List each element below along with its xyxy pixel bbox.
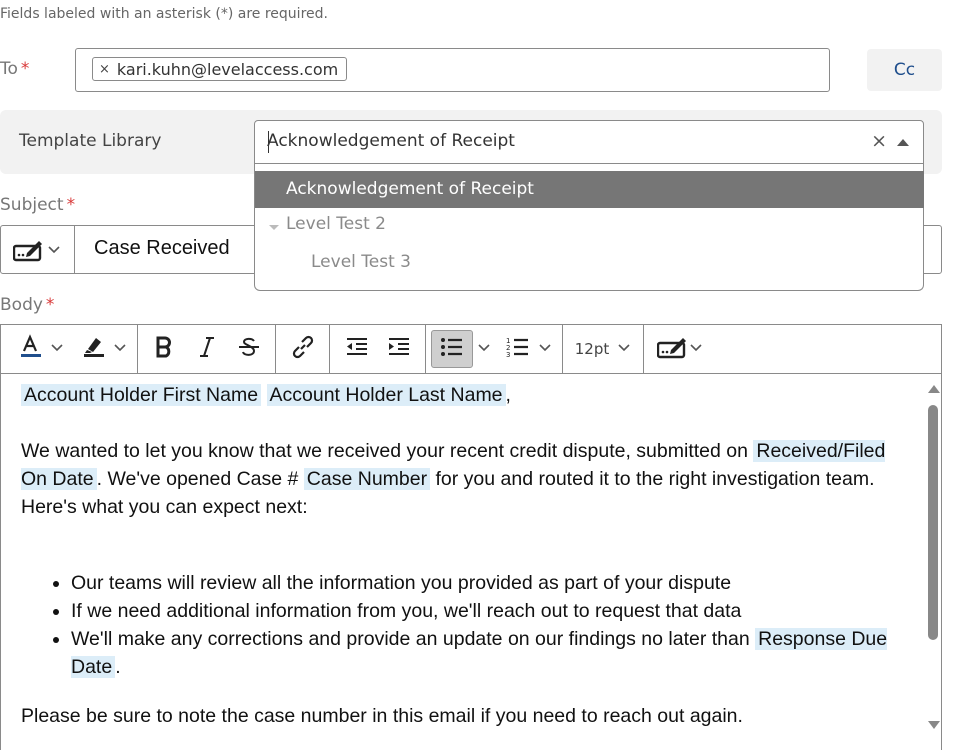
- insert-field-button[interactable]: [651, 325, 709, 373]
- clear-selection-icon[interactable]: ×: [871, 130, 887, 152]
- chevron-down-icon[interactable]: [47, 242, 61, 261]
- toolbar-separator: [329, 325, 330, 373]
- greeting-punct: ,: [505, 384, 511, 406]
- body-paragraph: We wanted to let you know that we receiv…: [21, 437, 901, 521]
- to-label: To *: [0, 59, 29, 79]
- bulleted-list-icon: [440, 336, 464, 362]
- toolbar-separator: [425, 325, 426, 373]
- bullet-list: Our teams will review all the informatio…: [21, 569, 901, 681]
- template-library-value: Acknowledgement of Receipt: [267, 131, 515, 151]
- chevron-down-icon: [50, 340, 64, 359]
- font-color-icon: [18, 334, 44, 364]
- list-item: Our teams will review all the informatio…: [71, 569, 901, 597]
- paragraph-text: . We've opened Case #: [96, 468, 304, 490]
- template-option[interactable]: Level Test 2: [269, 214, 386, 234]
- bold-icon: [154, 336, 174, 362]
- scroll-down-arrow-icon[interactable]: [928, 721, 940, 729]
- chevron-down-icon: [113, 340, 127, 359]
- merge-field-token: Account Holder Last Name: [266, 384, 506, 406]
- required-fields-note: Fields labeled with an asterisk (*) are …: [0, 6, 328, 22]
- chevron-down-icon: [617, 340, 631, 359]
- numbered-list-icon: 1 2 3: [506, 336, 530, 362]
- template-dropdown-list: Acknowledgement of Receipt Level Test 2 …: [254, 164, 924, 291]
- list-item-text: We'll make any corrections and provide a…: [71, 628, 756, 650]
- required-asterisk: *: [45, 295, 55, 315]
- list-item-text: .: [115, 656, 121, 678]
- required-asterisk: *: [66, 195, 76, 215]
- merge-field-token: Case Number: [303, 468, 431, 490]
- bold-button[interactable]: [147, 325, 181, 373]
- strikethrough-button[interactable]: [231, 325, 267, 373]
- editor-toolbar: 1 2 3 12pt: [1, 325, 941, 374]
- link-icon: [290, 334, 316, 364]
- editor-content[interactable]: Account Holder First Name Account Holder…: [21, 381, 901, 730]
- bulleted-list-options[interactable]: [475, 325, 493, 373]
- scrollbar-thumb[interactable]: [928, 405, 938, 640]
- recipient-chip: × kari.kuhn@levelaccess.com: [92, 57, 348, 81]
- collapse-arrow-icon[interactable]: [897, 139, 909, 146]
- body-label-text: Body: [0, 295, 43, 315]
- remove-recipient-icon[interactable]: ×: [99, 62, 110, 77]
- subject-label: Subject *: [0, 195, 75, 215]
- recipient-email: kari.kuhn@levelaccess.com: [116, 59, 339, 79]
- font-color-button[interactable]: [11, 325, 71, 373]
- toolbar-separator: [562, 325, 563, 373]
- cc-button[interactable]: Cc: [867, 49, 942, 91]
- link-button[interactable]: [285, 325, 321, 373]
- template-option[interactable]: Level Test 3: [311, 252, 411, 272]
- expand-group-icon: [269, 224, 279, 230]
- merge-field-token: Account Holder First Name: [21, 384, 262, 406]
- indent-button[interactable]: [381, 325, 417, 373]
- italic-button[interactable]: [191, 325, 223, 373]
- required-asterisk: *: [20, 59, 30, 79]
- template-library-select[interactable]: Acknowledgement of Receipt ×: [254, 120, 924, 164]
- indent-icon: [387, 336, 411, 362]
- svg-text:3: 3: [506, 351, 510, 358]
- toolbar-separator: [275, 325, 276, 373]
- editor-scrollbar[interactable]: [925, 381, 941, 751]
- subject-label-text: Subject: [0, 195, 64, 215]
- list-item: If we need additional information from y…: [71, 597, 901, 625]
- template-option-label: Level Test 2: [286, 214, 386, 234]
- chevron-down-icon: [477, 340, 491, 359]
- toolbar-separator: [643, 325, 644, 373]
- numbered-list-button[interactable]: 1 2 3: [501, 325, 557, 373]
- scroll-up-arrow-icon[interactable]: [928, 385, 940, 393]
- greeting-line: Account Holder First Name Account Holder…: [21, 381, 901, 409]
- outdent-icon: [345, 336, 369, 362]
- outdent-button[interactable]: [339, 325, 375, 373]
- font-size-value: 12pt: [574, 340, 610, 358]
- highlight-color-button[interactable]: [73, 325, 135, 373]
- body-label: Body *: [0, 295, 54, 315]
- body-editor: 1 2 3 12pt Account Holder First Name Acc…: [0, 324, 942, 750]
- insert-field-icon[interactable]: [12, 238, 45, 266]
- subject-value: Case Received: [94, 237, 230, 259]
- to-label-text: To: [0, 59, 18, 79]
- highlight-color-icon: [81, 334, 107, 364]
- to-field[interactable]: × kari.kuhn@levelaccess.com: [75, 48, 830, 92]
- subject-divider: [74, 226, 75, 273]
- bulleted-list-button[interactable]: [431, 330, 473, 368]
- template-option[interactable]: Acknowledgement of Receipt: [255, 171, 924, 208]
- paragraph-text: We wanted to let you know that we receiv…: [21, 440, 754, 462]
- font-size-select[interactable]: 12pt: [571, 325, 635, 373]
- template-library-label: Template Library: [19, 131, 162, 151]
- list-item: We'll make any corrections and provide a…: [71, 625, 901, 681]
- toolbar-separator: [137, 325, 138, 373]
- chevron-down-icon: [538, 340, 552, 359]
- chevron-down-icon: [689, 340, 703, 359]
- closing-paragraph: Please be sure to note the case number i…: [21, 705, 743, 727]
- italic-icon: [197, 336, 217, 362]
- strikethrough-icon: [237, 336, 261, 362]
- insert-field-icon: [656, 335, 689, 363]
